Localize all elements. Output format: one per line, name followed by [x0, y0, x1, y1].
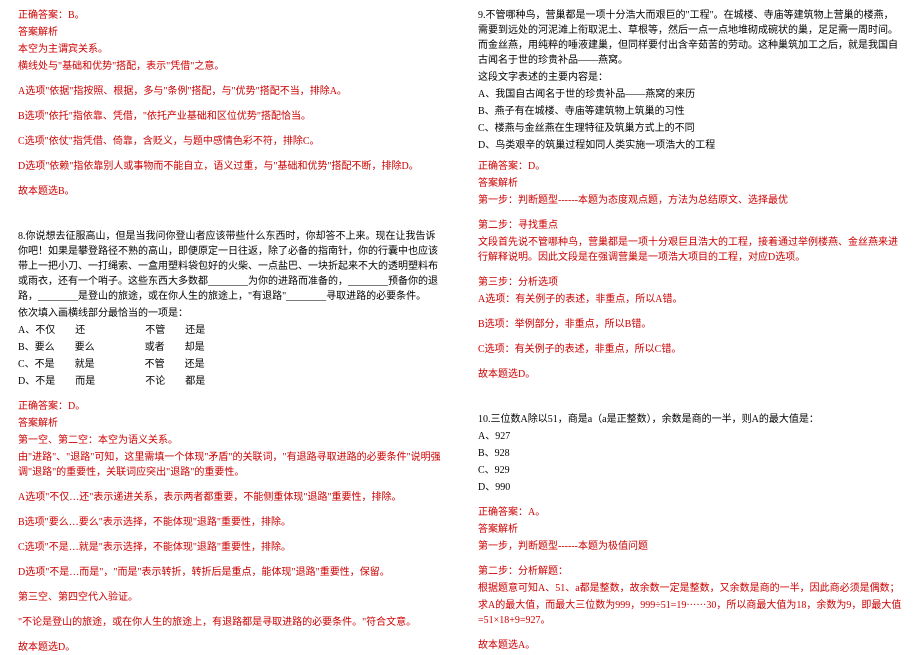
q9-optA: A选项：有关例子的表述，非重点，所以A错。 [478, 292, 902, 307]
q9-step3: 第三步：分析选项 [478, 275, 902, 290]
q8-optC: C选项"不是…就是"表示选择，不能体现"退路"重要性，排除。 [18, 540, 442, 555]
q10-step1: 第一步，判断题型------本题为极值问题 [478, 539, 902, 554]
q9-optB: B选项：举例部分，非重点，所以B错。 [478, 317, 902, 332]
q8-optB: B选项"要么…要么"表示选择，不能体现"退路"重要性，排除。 [18, 515, 442, 530]
q7-explain-header: 答案解析 [18, 25, 442, 40]
q9-explain-header: 答案解析 [478, 176, 902, 191]
right-column: 9.不管哪种鸟，营巢都是一项十分浩大而艰巨的"工程"。在城楼、寺庙等建筑物上营巢… [460, 0, 920, 651]
q7-answer: 正确答案：B。 [18, 8, 442, 23]
q9-text: 不管哪种鸟，营巢都是一项十分浩大而艰巨的"工程"。在城楼、寺庙等建筑物上营巢的楼… [478, 10, 898, 66]
q10-line1: 根据题意可知A、51、a都是整数，故余数一定是整数，又余数是商的一半，因此商必须… [478, 581, 902, 596]
document-page: 正确答案：B。 答案解析 本空为主谓宾关系。 横线处与"基础和优势"搭配，表示"… [0, 0, 920, 651]
q8-optD: D选项"不是…而是"，"而是"表示转折，转折后是重点，能体现"退路"重要性，保留… [18, 565, 442, 580]
q9-question: 9.不管哪种鸟，营巢都是一项十分浩大而艰巨的"工程"。在城楼、寺庙等建筑物上营巢… [478, 8, 902, 68]
q8-explain-header: 答案解析 [18, 416, 442, 431]
q10-line2: 求A的最大值，而最大三位数为999，999÷51=19······30，所以商最… [478, 598, 902, 628]
q7-conclusion: 故本题选B。 [18, 184, 442, 199]
q8-line3: 第三空、第四空代入验证。 [18, 590, 442, 605]
q8-rowA: A、不仅 还 不管 还是 [18, 323, 442, 338]
q10-question: 10.三位数A除以51，商是a（a是正整数），余数是商的一半，则A的最大值是： [478, 412, 902, 427]
q9-optC-q: C、楼燕与金丝燕在生理特征及筑巢方式上的不同 [478, 121, 902, 136]
q10-optB-q: B、928 [478, 446, 902, 461]
q7-line1: 本空为主谓宾关系。 [18, 42, 442, 57]
q9-optD-q: D、鸟类艰辛的筑巢过程如同人类实施一项浩大的工程 [478, 138, 902, 153]
q7-optB: B选项"依托"指依靠、凭借，"依托产业基础和区位优势"搭配恰当。 [18, 109, 442, 124]
q8-num: 8. [18, 231, 26, 242]
q10-optD-q: D、990 [478, 480, 902, 495]
q7-line2: 横线处与"基础和优势"搭配，表示"凭借"之意。 [18, 59, 442, 74]
q9-answer: 正确答案：D。 [478, 159, 902, 174]
left-column: 正确答案：B。 答案解析 本空为主谓宾关系。 横线处与"基础和优势"搭配，表示"… [0, 0, 460, 651]
q7-optA: A选项"依据"指按照、根据，多与"条例"搭配，与"优势"搭配不当，排除A。 [18, 84, 442, 99]
q8-question: 8.你说想去征服高山，但是当我问你登山者应该带些什么东西时，你却答不上来。现在让… [18, 229, 442, 304]
q8-optA: A选项"不仅…还"表示递进关系，表示两者都重要，不能侧重体现"退路"重要性，排除… [18, 490, 442, 505]
q8-prompt: 依次填入画横线部分最恰当的一项是： [18, 306, 442, 321]
q9-optB-q: B、燕子有在城楼、寺庙等建筑物上筑巢的习性 [478, 104, 902, 119]
q10-explain-header: 答案解析 [478, 522, 902, 537]
q9-step1: 第一步：判断题型------本题为态度观点题，方法为总结原文、选择最优 [478, 193, 902, 208]
q8-line1: 第一空、第二空：本空为语义关系。 [18, 433, 442, 448]
q8-conclusion: 故本题选D。 [18, 640, 442, 655]
q8-answer: 正确答案：D。 [18, 399, 442, 414]
q10-text: 三位数A除以51，商是a（a是正整数），余数是商的一半，则A的最大值是： [491, 414, 819, 425]
q8-rowC: C、不是 就是 不管 还是 [18, 357, 442, 372]
q10-step2: 第二步：分析解题： [478, 564, 902, 579]
q9-line1: 文段首先说不管哪种鸟，营巢都是一项十分艰巨且浩大的工程，接着通过举例楼燕、金丝燕… [478, 235, 902, 265]
q10-optC-q: C、929 [478, 463, 902, 478]
q8-text: 你说想去征服高山，但是当我问你登山者应该带些什么东西时，你却答不上来。现在让我告… [18, 231, 438, 302]
q8-line2: 由"进路"、"退路"可知，这里需填一个体现"矛盾"的关联词，"有退路寻取进路的必… [18, 450, 442, 480]
q10-num: 10. [478, 414, 491, 425]
q8-rowB: B、要么 要么 或者 却是 [18, 340, 442, 355]
q9-num: 9. [478, 10, 486, 21]
q9-step2: 第二步：寻找重点 [478, 218, 902, 233]
q10-optA-q: A、927 [478, 429, 902, 444]
q10-answer: 正确答案：A。 [478, 505, 902, 520]
q8-line4: "不论是登山的旅途，或在你人生的旅途上，有退路都是寻取进路的必要条件。"符合文意… [18, 615, 442, 630]
q9-optA-q: A、我国自古闻名于世的珍贵补品——燕窝的来历 [478, 87, 902, 102]
q7-optD: D选项"依赖"指依靠别人或事物而不能自立，语义过重，与"基础和优势"搭配不断，排… [18, 159, 442, 174]
q9-optC: C选项：有关例子的表述，非重点，所以C错。 [478, 342, 902, 357]
q9-prompt: 这段文字表述的主要内容是： [478, 70, 902, 85]
q7-optC: C选项"依仗"指凭借、倚靠，含贬义，与题中感情色彩不符，排除C。 [18, 134, 442, 149]
q8-rowD: D、不是 而是 不论 都是 [18, 374, 442, 389]
q9-conclusion: 故本题选D。 [478, 367, 902, 382]
